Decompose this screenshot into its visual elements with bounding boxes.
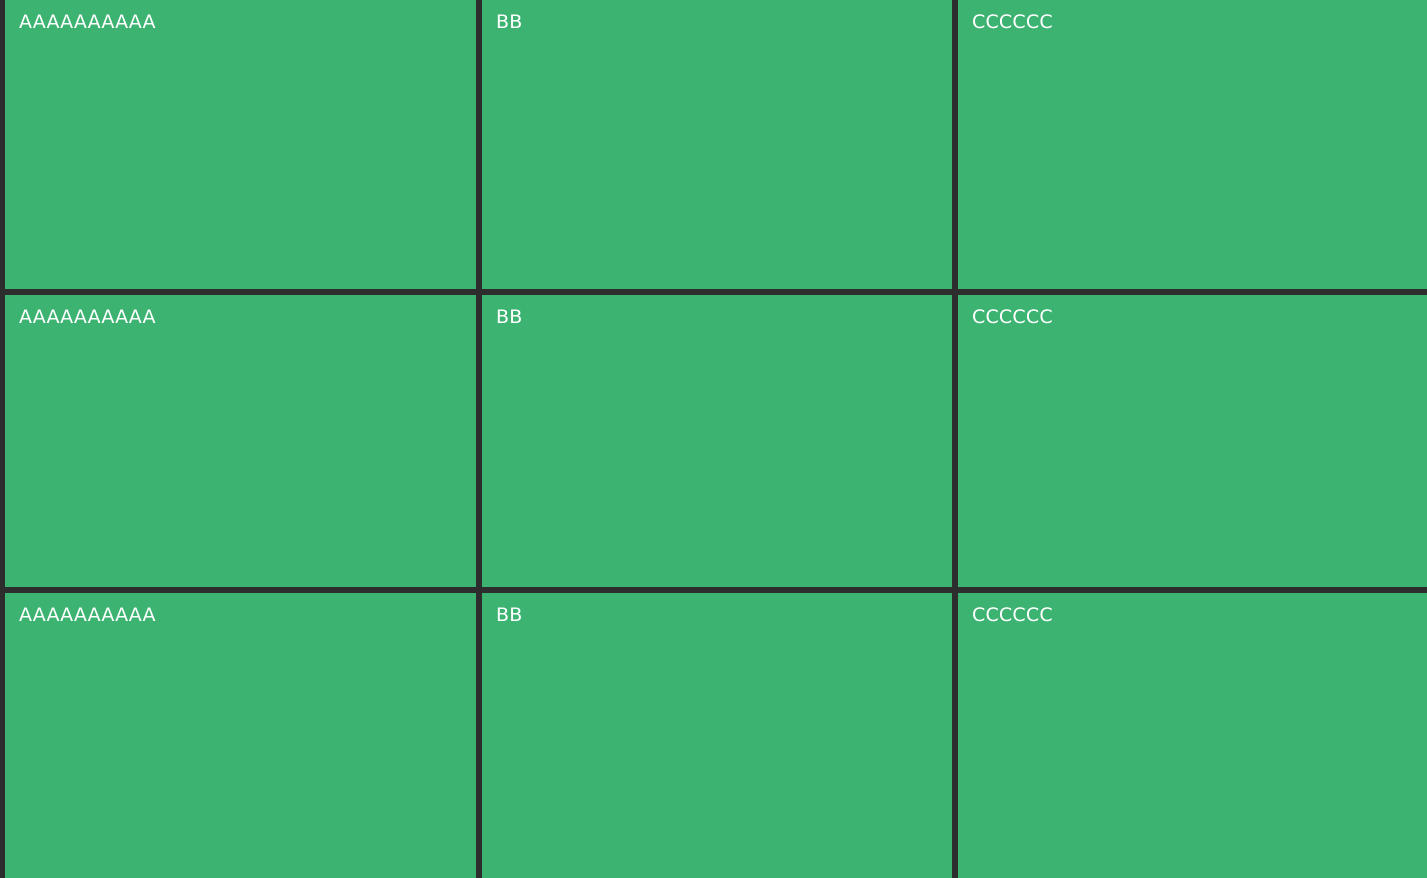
cell-label: BB	[496, 306, 523, 328]
cell-label: CCCCCC	[972, 306, 1053, 328]
cell-label: CCCCCC	[972, 11, 1053, 33]
cell-label: AAAAAAAAAA	[19, 306, 156, 328]
grid-cell-r2-c1: AAAAAAAAAA	[5, 295, 476, 587]
grid-cell-r3-c1: AAAAAAAAAA	[5, 593, 476, 878]
grid-cell-r1-c2: BB	[482, 0, 952, 289]
cell-label: AAAAAAAAAA	[19, 11, 156, 33]
cell-label: BB	[496, 604, 523, 626]
cell-label: BB	[496, 11, 523, 33]
grid-cell-r2-c2: BB	[482, 295, 952, 587]
grid-cell-r2-c3: CCCCCC	[958, 295, 1427, 587]
cell-label: CCCCCC	[972, 604, 1053, 626]
grid-cell-r1-c3: CCCCCC	[958, 0, 1427, 289]
cell-label: AAAAAAAAAA	[19, 604, 156, 626]
grid-cell-r3-c3: CCCCCC	[958, 593, 1427, 878]
grid-container: AAAAAAAAAA BB CCCCCC AAAAAAAAAA BB CCCCC…	[0, 0, 1427, 878]
grid-cell-r1-c1: AAAAAAAAAA	[5, 0, 476, 289]
grid-cell-r3-c2: BB	[482, 593, 952, 878]
